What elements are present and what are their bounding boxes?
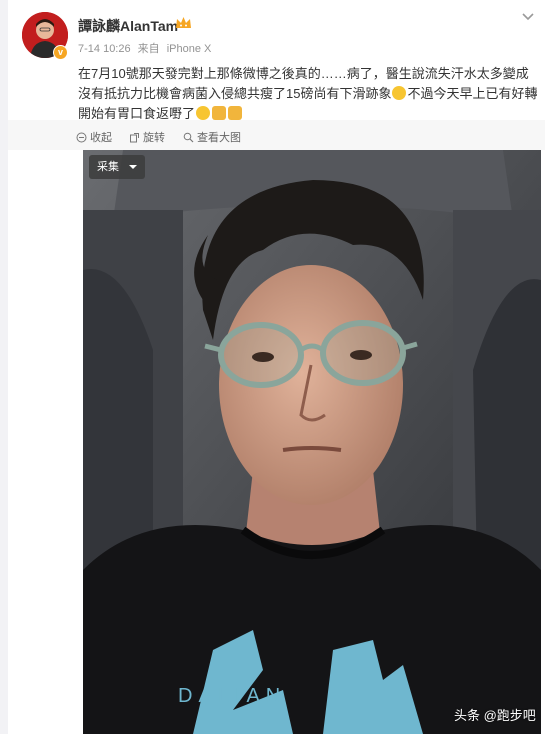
collapse-label: 收起 (90, 132, 112, 144)
rotate-icon (130, 132, 139, 142)
crown-icon (176, 17, 191, 28)
image-actions-bar: 收起 旋转 查看大图 (8, 120, 545, 150)
chevron-down-icon[interactable] (520, 8, 536, 24)
rotate-label: 旋转 (143, 132, 165, 144)
watermark: 头条 @跑步吧 (454, 708, 536, 723)
ok-hand-emoji-icon (228, 106, 243, 120)
post-meta: 7-14 10:26 来自 iPhone X (78, 40, 215, 56)
source-prefix: 来自 (137, 43, 160, 55)
username[interactable]: 譚詠麟AlanTam (78, 16, 178, 36)
collapse-icon (76, 132, 87, 142)
post-text: 在7月10號那天發完對上那條微博之後真的……病了，醫生說流失汗水太多變成沒有抵抗… (78, 64, 538, 124)
muscle-emoji-icon (212, 106, 227, 120)
rotate-button[interactable]: 旋转 (129, 129, 165, 145)
view-large-label: 查看大图 (197, 132, 241, 144)
shirt-print-text: DALIAN (178, 685, 286, 707)
post-photo[interactable]: DALIAN 采集 (83, 150, 541, 734)
collapse-button[interactable]: 收起 (76, 129, 112, 145)
weibo-post-card: v 譚詠麟AlanTam 7-14 10:26 来自 iPhone X 在7月1… (8, 0, 545, 734)
smile-emoji-icon (392, 86, 407, 100)
magnifier-icon (183, 132, 194, 142)
collect-label: 采集 (97, 161, 119, 173)
verified-badge-icon: v (53, 45, 68, 60)
dropdown-arrow-icon (129, 165, 137, 169)
smile-emoji-icon (196, 106, 211, 120)
post-time[interactable]: 7-14 10:26 (78, 43, 131, 55)
view-large-button[interactable]: 查看大图 (183, 129, 241, 145)
selfie-image: DALIAN (83, 150, 541, 734)
post-source: iPhone X (166, 43, 212, 55)
collect-button[interactable]: 采集 (89, 155, 145, 179)
